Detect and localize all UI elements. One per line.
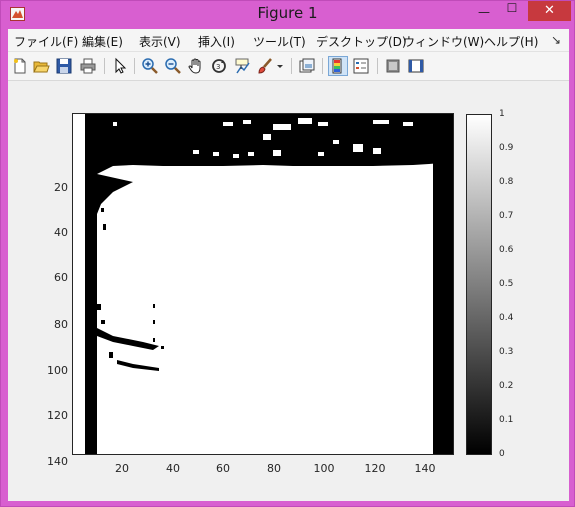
y-tick-label: 120 xyxy=(47,409,68,422)
save-icon[interactable] xyxy=(55,57,73,75)
menu-tools[interactable]: ツール(T) xyxy=(253,33,306,50)
title-bar[interactable]: Figure 1 — ☐ ✕ xyxy=(1,1,574,29)
show-plot-tools-icon[interactable] xyxy=(407,57,425,75)
y-tick-label: 60 xyxy=(54,271,68,284)
binary-image xyxy=(73,114,453,454)
menu-bar: ファイル(F) 編集(E) 表示(V) 挿入(I) ツール(T) デスクトップ(… xyxy=(8,29,569,52)
y-tick-label: 140 xyxy=(47,455,68,468)
x-tick-label: 20 xyxy=(115,462,129,475)
y-tick-label: 40 xyxy=(54,226,68,239)
menu-window[interactable]: ウィンドウ(W) xyxy=(403,33,484,50)
menu-view[interactable]: 表示(V) xyxy=(139,33,181,50)
pan-hand-icon[interactable] xyxy=(187,57,205,75)
y-tick-label: 80 xyxy=(54,318,68,331)
colorbar-tick-label: 0.2 xyxy=(499,381,514,391)
colorbar-tick-label: 0.7 xyxy=(499,211,514,221)
insert-legend-icon[interactable] xyxy=(352,57,370,75)
colorbar-tick-label: 0.8 xyxy=(499,177,514,187)
colorbar-tick-label: 0.9 xyxy=(499,143,514,153)
print-icon[interactable] xyxy=(79,57,97,75)
figure-window: Figure 1 — ☐ ✕ ファイル(F) 編集(E) 表示(V) 挿入(I)… xyxy=(0,0,575,507)
y-tick-label: 20 xyxy=(54,181,68,194)
insert-colorbar-icon[interactable] xyxy=(328,56,348,76)
colorbar-tick-label: 0.3 xyxy=(499,347,514,357)
menu-edit[interactable]: 編集(E) xyxy=(82,33,123,50)
edit-plot-arrow-icon[interactable] xyxy=(111,57,129,75)
hide-plot-tools-icon[interactable] xyxy=(384,57,402,75)
toolbar-separator xyxy=(104,58,105,74)
close-button[interactable]: ✕ xyxy=(528,1,571,21)
colorbar-tick-label: 1 xyxy=(499,109,505,119)
colorbar-tick-label: 0.4 xyxy=(499,313,514,323)
svg-text:3: 3 xyxy=(216,63,220,71)
colorbar[interactable] xyxy=(466,114,492,455)
x-tick-label: 80 xyxy=(267,462,281,475)
x-tick-label: 40 xyxy=(166,462,180,475)
x-tick-label: 120 xyxy=(364,462,386,475)
toolbar-separator xyxy=(291,58,292,74)
zoom-in-icon[interactable] xyxy=(141,57,159,75)
toolbar-separator xyxy=(134,58,135,74)
y-tick-label: 100 xyxy=(47,364,68,377)
colorbar-tick-label: 0 xyxy=(499,449,505,459)
x-tick-label: 60 xyxy=(216,462,230,475)
zoom-out-icon[interactable] xyxy=(164,57,182,75)
x-tick-label: 100 xyxy=(313,462,335,475)
x-tick-label: 140 xyxy=(414,462,436,475)
toolbar-separator xyxy=(377,58,378,74)
menu-desktop[interactable]: デスクトップ(D) xyxy=(316,33,407,50)
menu-insert[interactable]: 挿入(I) xyxy=(198,33,235,50)
colorbar-tick-label: 0.5 xyxy=(499,279,514,289)
menu-file[interactable]: ファイル(F) xyxy=(14,33,78,50)
rotate-3d-icon[interactable]: 3 xyxy=(210,57,228,75)
menu-dock-arrow-icon[interactable]: ↘ xyxy=(551,33,561,47)
image-axes[interactable] xyxy=(72,113,454,455)
maximize-button[interactable]: ☐ xyxy=(499,1,525,21)
brush-icon[interactable] xyxy=(256,57,274,75)
plot-area: 20 40 60 80 100 120 140 20 40 60 80 100 … xyxy=(8,81,569,501)
figure-client-area: ファイル(F) 編集(E) 表示(V) 挿入(I) ツール(T) デスクトップ(… xyxy=(8,29,569,501)
colorbar-tick-label: 0.1 xyxy=(499,415,514,425)
toolbar-separator xyxy=(322,58,323,74)
figure-toolbar: 3 xyxy=(8,52,569,81)
colorbar-tick-label: 0.6 xyxy=(499,245,514,255)
open-file-icon[interactable] xyxy=(32,57,50,75)
brush-dropdown-icon[interactable] xyxy=(276,57,284,75)
new-figure-icon[interactable] xyxy=(11,57,29,75)
link-plot-icon[interactable] xyxy=(298,57,316,75)
data-cursor-icon[interactable] xyxy=(233,57,251,75)
menu-help[interactable]: ヘルプ(H) xyxy=(484,33,538,50)
minimize-button[interactable]: — xyxy=(469,5,499,25)
